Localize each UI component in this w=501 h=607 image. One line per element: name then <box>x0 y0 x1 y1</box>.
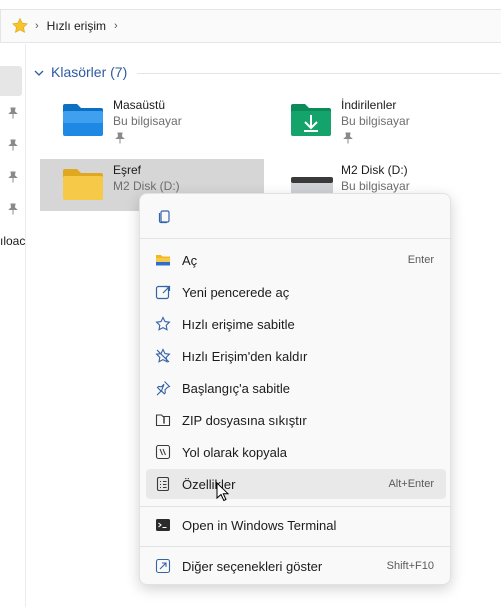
menu-item-label: Yeni pencerede aç <box>182 285 290 300</box>
tile-name: M2 Disk (D:) <box>341 163 408 177</box>
pin-icon <box>8 106 18 119</box>
tile-downloads[interactable]: İndirilenler Bu bilgisayar <box>268 94 492 146</box>
group-header-folders[interactable]: Klasörler (7) <box>33 64 127 80</box>
context-menu-quick-actions <box>140 194 452 238</box>
pin-icon <box>8 138 18 151</box>
nav-item-downloads-label[interactable]: ıloac <box>0 234 26 248</box>
desktop-folder-icon <box>62 102 104 143</box>
mouse-cursor-icon <box>216 481 232 502</box>
tile-location: Bu bilgisayar <box>341 179 410 193</box>
menu-item-label: Başlangıç'a sabitle <box>182 381 290 396</box>
group-title: Klasörler (7) <box>51 64 128 80</box>
tile-name: Masaüstü <box>113 98 166 112</box>
address-bar[interactable]: › Hızlı erişim › <box>0 9 501 43</box>
open-folder-icon <box>155 252 171 268</box>
tile-location: Bu bilgisayar <box>113 114 182 128</box>
folder-icon <box>62 167 104 206</box>
chevron-down-icon[interactable] <box>33 66 45 78</box>
tile-location: Bu bilgisayar <box>341 114 410 128</box>
menu-item-label: Open in Windows Terminal <box>182 518 337 533</box>
menu-item-pin-quick-access[interactable]: Hızlı erişime sabitle <box>146 309 446 339</box>
menu-item-label: Aç <box>182 253 198 268</box>
unstar-icon <box>155 348 171 364</box>
menu-item-label: Yol olarak kopyala <box>182 445 288 460</box>
menu-item-show-more-options[interactable]: Diğer seçenekleri göster Shift+F10 <box>146 551 446 581</box>
menu-item-shortcut: Alt+Enter <box>388 478 434 490</box>
menu-item-label: Hızlı Erişim'den kaldır <box>182 349 308 364</box>
menu-item-shortcut: Enter <box>407 254 434 266</box>
menu-item-shortcut: Shift+F10 <box>386 560 434 572</box>
more-options-icon <box>155 558 171 574</box>
chevron-right-icon[interactable]: › <box>35 20 39 32</box>
chevron-right-icon[interactable]: › <box>114 20 118 32</box>
nav-selected-item[interactable] <box>0 66 22 96</box>
menu-separator <box>140 546 452 547</box>
zip-icon <box>155 412 171 428</box>
copy-path-icon <box>155 444 171 460</box>
copy-icon[interactable] <box>156 208 172 229</box>
menu-item-open[interactable]: Aç Enter <box>146 245 446 275</box>
menu-separator <box>140 238 452 239</box>
pin-icon <box>8 202 18 215</box>
pin-icon <box>115 131 125 144</box>
properties-icon <box>155 476 171 492</box>
navigation-pane: ıloac <box>0 44 26 607</box>
group-divider <box>137 73 501 74</box>
menu-item-label: Diğer seçenekleri göster <box>182 559 323 574</box>
star-outline-icon <box>155 316 171 332</box>
downloads-folder-icon <box>290 102 332 143</box>
pin-icon <box>8 170 18 183</box>
menu-item-properties[interactable]: Özellikler Alt+Enter <box>146 469 446 499</box>
menu-item-open-new-window[interactable]: Yeni pencerede aç <box>146 277 446 307</box>
tile-name: İndirilenler <box>341 98 397 112</box>
tile-desktop[interactable]: Masaüstü Bu bilgisayar <box>40 94 264 146</box>
menu-item-label: ZIP dosyasına sıkıştır <box>182 413 307 428</box>
terminal-icon <box>155 517 171 533</box>
menu-item-compress-zip[interactable]: ZIP dosyasına sıkıştır <box>146 405 446 435</box>
tile-location: M2 Disk (D:) <box>113 179 180 193</box>
pin-icon <box>343 131 353 144</box>
breadcrumb-quick-access[interactable]: Hızlı erişim <box>47 19 106 33</box>
menu-item-copy-as-path[interactable]: Yol olarak kopyala <box>146 437 446 467</box>
menu-item-label: Hızlı erişime sabitle <box>182 317 295 332</box>
menu-item-open-terminal[interactable]: Open in Windows Terminal <box>146 510 446 540</box>
menu-item-pin-start[interactable]: Başlangıç'a sabitle <box>146 373 446 403</box>
tile-name: Eşref <box>113 163 142 177</box>
new-window-icon <box>155 284 171 300</box>
menu-separator <box>140 506 452 507</box>
pin-icon <box>155 380 171 396</box>
context-menu: Aç Enter Yeni pencerede aç Hızlı erişime… <box>139 193 452 585</box>
menu-item-remove-quick-access[interactable]: Hızlı Erişim'den kaldır <box>146 341 446 371</box>
star-icon <box>11 17 29 35</box>
